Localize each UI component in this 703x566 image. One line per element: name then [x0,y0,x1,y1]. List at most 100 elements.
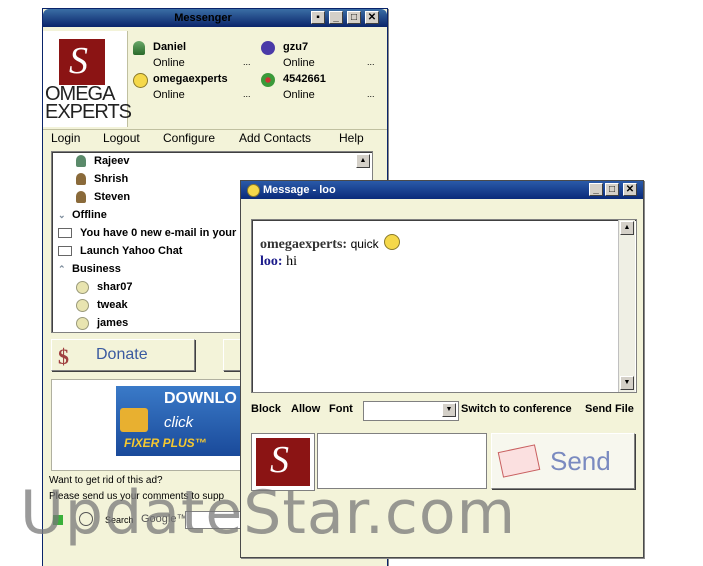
chevron-down-icon[interactable]: ▼ [442,403,456,417]
chevron-down-icon: ⌄ [58,210,66,220]
contact-name: Daniel [153,41,187,53]
list-item-label: tweak [97,299,128,311]
list-item[interactable]: Steven [76,188,130,206]
message-window-title: Message - loo [263,184,336,196]
contact-status: Online [153,89,185,101]
more-icon[interactable]: ... [367,57,375,67]
toolbox-icon [120,408,148,432]
list-item[interactable]: tweak [76,296,128,314]
list-item-label: Launch Yahoo Chat [80,245,183,257]
launch-chat[interactable]: Launch Yahoo Chat [58,242,182,260]
smiley-icon [76,280,89,294]
scroll-up-button[interactable]: ▲ [620,221,634,235]
smiley-icon [384,234,401,250]
message-titlebar[interactable]: Message - loo _ □ ✕ [241,181,643,199]
conversation-area[interactable]: omegaexperts: quick loo: hi ▲ ▼ [251,219,637,393]
smiley-icon [76,316,89,330]
more-icon[interactable]: ... [367,89,375,99]
contact-status: Online [153,57,185,69]
menu-help[interactable]: Help [339,131,364,145]
list-item-label: Steven [94,191,131,203]
list-item-label: Business [72,263,121,275]
watermark: UpdateStar.com [20,478,517,548]
ad-line2: click [164,414,194,431]
menu-logout[interactable]: Logout [103,131,140,145]
smiley-icon [247,184,260,197]
contact-daniel[interactable]: Daniel Online ... [131,39,261,71]
business-group[interactable]: ⌃ Business [58,260,121,278]
list-item-label: shar07 [97,281,133,293]
messenger-titlebar[interactable]: Messenger ▪ _ □ ✕ [43,9,387,27]
menu-add-contacts[interactable]: Add Contacts [239,131,311,145]
scroll-up-button[interactable]: ▲ [356,154,370,168]
block-button[interactable]: Block [251,403,281,415]
contact-4542661[interactable]: 4542661 Online ... [259,71,381,103]
contact-status: Online [283,89,315,101]
smiley-icon [133,73,148,88]
logo-panel: S OMEGA EXPERTS [43,31,132,127]
allow-button[interactable]: Allow [291,403,320,415]
message-sender: loo: [260,254,283,269]
message-line: omegaexperts: quick [260,234,401,253]
ad-area: DOWNLO click FIXER PLUS™ [51,379,253,471]
more-icon[interactable]: ... [243,57,251,67]
chevron-up-icon: ⌃ [58,264,66,274]
scroll-down-button[interactable]: ▼ [620,376,634,390]
font-select[interactable]: ▼ [363,401,459,421]
message-text: quick [350,237,379,251]
mail-icon [58,246,72,257]
donate-button[interactable]: $ Donate [51,339,195,371]
email-notice[interactable]: You have 0 new e-mail in your [58,224,236,242]
send-label: Send [550,446,611,476]
minimize-button[interactable]: _ [329,11,343,24]
contact-gzu7[interactable]: gzu7 Online ... [259,39,381,71]
contact-status: Online [283,57,315,69]
list-item[interactable]: Rajeev [76,152,129,170]
message-line: loo: hi [260,254,297,270]
yahoo-icon [261,41,275,55]
more-icon[interactable]: ... [243,89,251,99]
icq-flower-icon [261,73,275,87]
smiley-icon [76,298,89,312]
menu-configure[interactable]: Configure [163,131,215,145]
ad-line3: FIXER PLUS™ [124,436,207,450]
list-item[interactable]: shar07 [76,278,132,296]
envelope-icon [497,444,541,478]
list-item[interactable]: Shrish [76,170,128,188]
minimize-button[interactable]: _ [589,183,603,196]
restore-icon[interactable]: ▪ [311,11,325,24]
omega-logo-icon: S [59,39,105,85]
contact-name: 4542661 [283,73,326,85]
message-sender: omegaexperts: [260,237,348,252]
list-item-label: Rajeev [94,155,130,167]
contact-name: gzu7 [283,41,309,53]
list-item-label: Shrish [94,173,129,185]
ad-banner[interactable]: DOWNLO click FIXER PLUS™ [116,386,252,456]
close-button[interactable]: ✕ [365,11,379,24]
list-item-label: Offline [72,209,107,221]
contact-omegaexperts[interactable]: omegaexperts Online ... [131,71,261,103]
close-button[interactable]: ✕ [623,183,637,196]
ad-line1: DOWNLO [164,390,237,407]
dollar-icon: $ [58,344,69,369]
conversation-scrollbar[interactable]: ▲ ▼ [618,220,635,392]
message-text: hi [286,254,297,269]
user-icon [76,173,86,186]
top-contacts: Daniel Online ... gzu7 Online ... omegae… [131,39,381,119]
user-icon [76,155,86,168]
list-item[interactable]: james [76,314,128,332]
menu-login[interactable]: Login [51,131,80,145]
maximize-button[interactable]: □ [347,11,361,24]
mail-icon [58,228,72,239]
logo-text-2: EXPERTS [45,101,132,123]
switch-conference-button[interactable]: Switch to conference [461,403,572,415]
donate-label: Donate [96,346,148,363]
user-icon [133,41,145,55]
offline-group[interactable]: ⌄ Offline [58,206,107,224]
font-button[interactable]: Font [329,403,353,415]
main-menu: Login Logout Configure Add Contacts Help [43,129,387,148]
list-item-label: james [97,317,129,329]
send-file-button[interactable]: Send File [585,403,634,415]
list-item-label: You have 0 new e-mail in your [80,227,237,239]
maximize-button[interactable]: □ [605,183,619,196]
